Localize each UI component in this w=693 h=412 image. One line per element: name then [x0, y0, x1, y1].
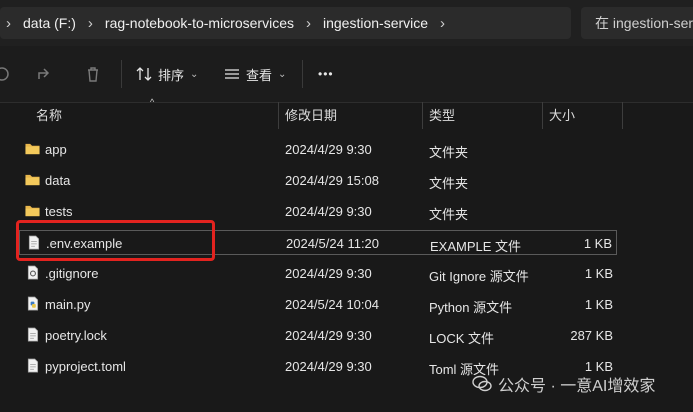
file-size: 1 KB [584, 297, 613, 312]
chevron-right-icon[interactable]: › [88, 15, 93, 32]
file-icon [27, 358, 39, 373]
wechat-icon [472, 375, 492, 392]
file-name: pyproject.toml [45, 359, 126, 374]
file-date: 2024/4/29 9:30 [285, 204, 372, 219]
sort-button[interactable]: 排序 ⌄ [136, 62, 198, 86]
python-file-icon [27, 296, 39, 311]
file-type: 文件夹 [429, 176, 469, 191]
view-button[interactable]: 查看 ⌄ [224, 62, 286, 86]
column-header-date[interactable]: 修改日期 [279, 102, 421, 129]
file-name: main.py [45, 297, 91, 312]
share-icon[interactable] [35, 64, 55, 84]
share-icon[interactable] [0, 64, 12, 84]
file-name: .gitignore [45, 266, 99, 281]
file-size: 287 KB [570, 328, 613, 343]
file-type: Git Ignore 源文件 [429, 269, 529, 284]
folder-icon [25, 205, 40, 217]
chevron-right-icon[interactable]: › [306, 15, 311, 32]
breadcrumb-item-project[interactable]: rag-notebook-to-microservices [105, 15, 294, 31]
watermark: 公众号 · 一意AI增效家 [472, 372, 655, 396]
sort-label: 排序 [158, 67, 185, 83]
chevron-right-icon[interactable]: › [440, 15, 445, 32]
toolbar-divider [121, 60, 122, 88]
file-type: 文件夹 [429, 145, 469, 160]
file-date: 2024/5/24 11:20 [286, 236, 380, 251]
delete-icon[interactable] [83, 64, 103, 84]
watermark-text: 公众号 · 一意AI增效家 [498, 378, 656, 395]
chevron-right-icon[interactable]: › [6, 15, 11, 32]
file-type: Python 源文件 [429, 300, 513, 315]
file-name: tests [45, 204, 73, 219]
file-size: 1 KB [584, 266, 613, 281]
file-type: 文件夹 [429, 207, 469, 222]
column-header-size[interactable]: 大小 [543, 102, 622, 129]
file-name: poetry.lock [45, 328, 107, 343]
command-bar: 排序 ⌄ 查看 ⌄ ••• [0, 46, 693, 103]
chevron-down-icon: ⌄ [278, 68, 287, 80]
annotation-highlight-box [16, 220, 215, 261]
file-date: 2024/4/29 9:30 [285, 328, 372, 343]
file-date: 2024/4/29 9:30 [285, 266, 372, 281]
view-icon [225, 69, 239, 79]
chevron-down-icon: ⌄ [190, 68, 199, 80]
file-name: app [45, 142, 67, 157]
file-row[interactable]: app 2024/4/29 9:30 文件夹 [19, 137, 617, 162]
folder-icon [25, 143, 40, 155]
file-type: EXAMPLE 文件 [430, 239, 522, 254]
file-date: 2024/4/29 9:30 [285, 142, 372, 157]
column-divider[interactable] [622, 102, 623, 129]
file-row[interactable]: .gitignore 2024/4/29 9:30 Git Ignore 源文件 1 … [19, 261, 617, 286]
file-date: 2024/5/24 10:04 [285, 297, 379, 312]
breadcrumb[interactable]: › data (F:) › rag-notebook-to-microservi… [0, 7, 571, 39]
file-row[interactable]: poetry.lock 2024/4/29 9:30 LOCK 文件 287 KB [19, 323, 617, 348]
breadcrumb-item-current[interactable]: ingestion-service [323, 15, 428, 31]
view-label: 查看 [246, 67, 273, 83]
file-type: LOCK 文件 [429, 331, 495, 346]
file-size: 1 KB [583, 236, 612, 251]
column-header-name[interactable]: 名称 [30, 102, 277, 129]
file-name: data [45, 173, 71, 188]
sort-icon [136, 67, 152, 81]
column-header-type[interactable]: 类型 [423, 102, 541, 129]
search-input[interactable]: 在 ingestion-ser [581, 7, 693, 39]
file-icon [27, 327, 39, 342]
address-bar-area: › data (F:) › rag-notebook-to-microservi… [0, 0, 693, 46]
file-row[interactable]: data 2024/4/29 15:08 文件夹 [19, 168, 617, 193]
file-row[interactable]: main.py 2024/5/24 10:04 Python 源文件 1 KB [19, 292, 617, 317]
more-options-button[interactable]: ••• [318, 62, 334, 86]
folder-icon [25, 174, 40, 186]
breadcrumb-item-drive[interactable]: data (F:) [23, 15, 76, 31]
toolbar-divider [302, 60, 303, 88]
file-date: 2024/4/29 15:08 [285, 173, 379, 188]
column-header-row: 名称 修改日期 类型 大小 [0, 102, 693, 129]
file-date: 2024/4/29 9:30 [285, 359, 372, 374]
gear-file-icon [27, 265, 39, 280]
